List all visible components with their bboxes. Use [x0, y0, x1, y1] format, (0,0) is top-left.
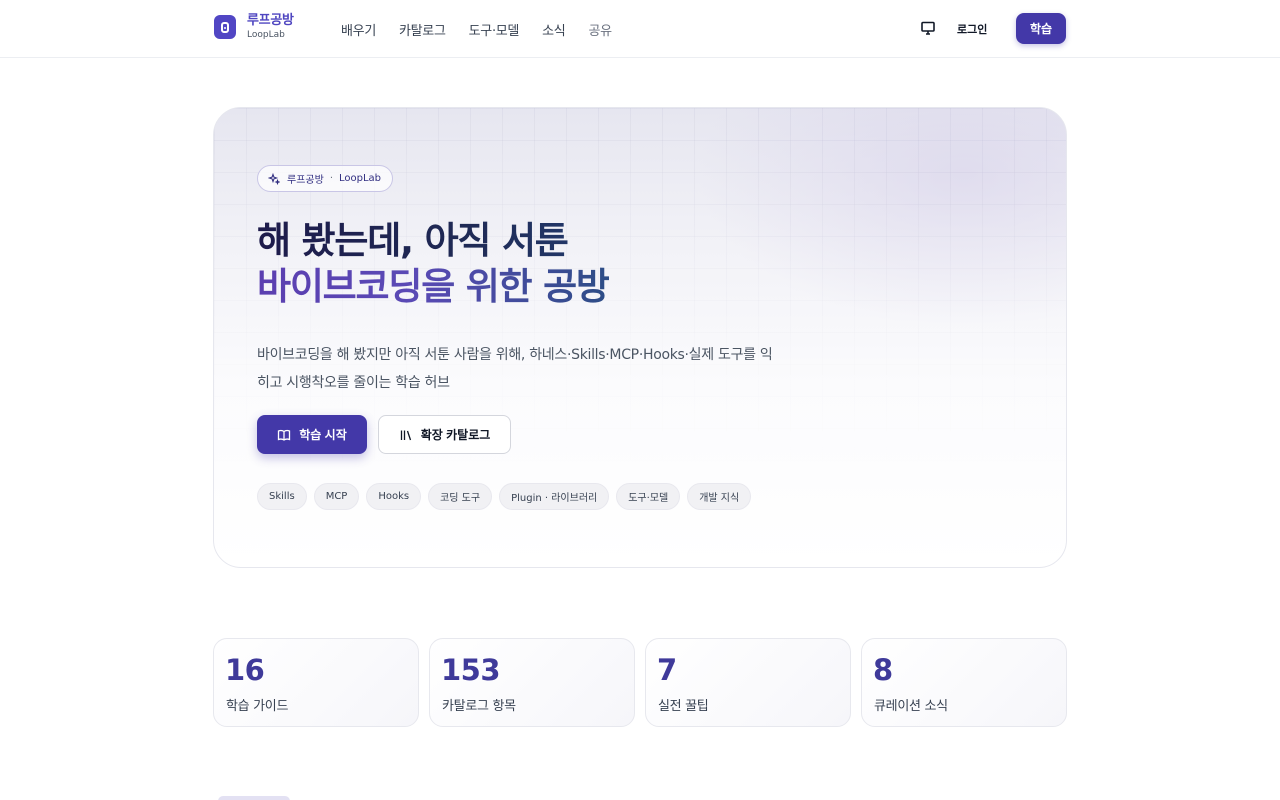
learn-button[interactable]: 학습	[1016, 13, 1066, 44]
stat-label: 학습 가이드	[226, 699, 289, 714]
login-link[interactable]: 로그인	[957, 21, 987, 37]
hero-headline: 해 봤는데, 아직 서툰 바이브코딩을 위한 공방	[257, 218, 610, 310]
stat-card-catalog: 153 카탈로그 항목	[429, 638, 635, 727]
extension-catalog-button[interactable]: 확장 카탈로그	[378, 415, 511, 454]
stat-value: 7	[657, 653, 677, 687]
brand-badge: 루프공방 · LoopLab	[257, 165, 394, 192]
library-icon	[400, 430, 411, 440]
badge-separator: ·	[329, 173, 333, 184]
sparkles-icon	[268, 172, 280, 185]
tag-plugin-library[interactable]: Plugin · 라이브러리	[499, 483, 610, 510]
stat-value: 153	[441, 653, 501, 687]
stat-label: 카탈로그 항목	[442, 699, 516, 714]
badge-brand-english: LoopLab	[339, 173, 382, 184]
top-header: 루프공방 LoopLab 배우기 카탈로그 도구·모델 소식 공유 로그인 학습	[0, 0, 1280, 58]
tag-skills[interactable]: Skills	[257, 483, 307, 510]
logo-mark-icon	[214, 15, 236, 39]
nav-item-catalog[interactable]: 카탈로그	[399, 20, 446, 39]
stat-value: 16	[225, 653, 265, 687]
stat-card-guides: 16 학습 가이드	[213, 638, 419, 727]
tag-mcp[interactable]: MCP	[313, 483, 360, 510]
tag-tools-models[interactable]: 도구·모델	[616, 483, 681, 510]
headline-line-2: 바이브코딩을 위한 공방	[257, 265, 610, 308]
main-nav: 배우기 카탈로그 도구·모델 소식 공유	[341, 20, 635, 39]
nav-item-learn[interactable]: 배우기	[341, 20, 376, 39]
logo-name: 루프공방	[247, 13, 294, 28]
extension-catalog-label: 확장 카탈로그	[420, 428, 491, 442]
hero-description: 바이브코딩을 해 봤지만 아직 서툰 사람을 위해, 하네스·Skills·MC…	[257, 347, 773, 391]
topic-tags: Skills MCP Hooks 코딩 도구 Plugin · 라이브러리 도구…	[257, 483, 758, 510]
nav-item-tools-models[interactable]: 도구·모델	[469, 20, 520, 39]
badge-brand-korean: 루프공방	[287, 175, 324, 186]
hero-card: 루프공방 · LoopLab 해 봤는데, 아직 서툰 바이브코딩을 위한 공방…	[213, 107, 1067, 568]
start-learning-label: 학습 시작	[299, 428, 347, 442]
next-section-pill	[218, 796, 290, 800]
stat-label: 큐레이션 소식	[874, 699, 948, 714]
book-open-icon	[278, 429, 291, 441]
display-mode-icon[interactable]	[920, 20, 936, 36]
site-logo[interactable]: 루프공방 LoopLab	[214, 14, 294, 40]
headline-line-1: 해 봤는데, 아직 서툰	[257, 218, 609, 264]
logo-subtitle: LoopLab	[247, 30, 285, 40]
stat-card-news: 8 큐레이션 소식	[861, 638, 1067, 727]
tag-dev-knowledge[interactable]: 개발 지식	[687, 483, 752, 510]
start-learning-button[interactable]: 학습 시작	[257, 415, 367, 454]
stat-card-tips: 7 실전 꿀팁	[645, 638, 851, 727]
nav-item-news[interactable]: 소식	[542, 20, 566, 39]
tag-hooks[interactable]: Hooks	[366, 483, 422, 510]
stat-value: 8	[873, 653, 893, 687]
stat-label: 실전 꿀팁	[658, 699, 709, 714]
nav-item-share[interactable]: 공유	[588, 20, 612, 39]
tag-coding-tools[interactable]: 코딩 도구	[428, 483, 493, 510]
